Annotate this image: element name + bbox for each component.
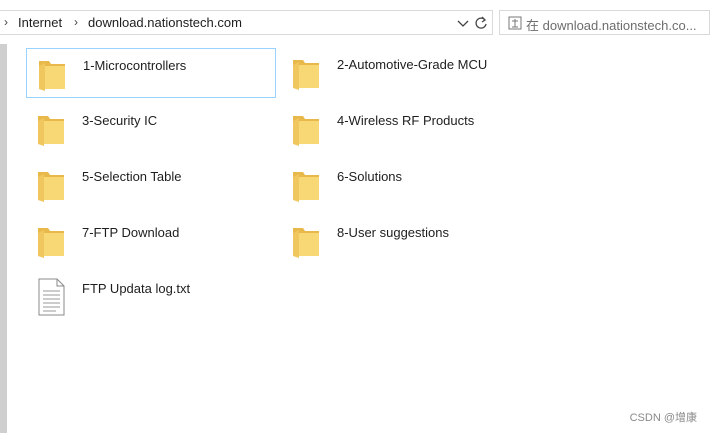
file-item-ftp-log[interactable]: FTP Updata log.txt [26, 272, 276, 322]
search-input[interactable]: 在 download.nationstech.co... [526, 15, 697, 34]
folder-item-ftp-download[interactable]: 7-FTP Download [26, 216, 276, 266]
chevron-down-icon[interactable] [456, 13, 470, 33]
item-label: 8-User suggestions [337, 225, 449, 240]
folder-item-automotive-mcu[interactable]: 2-Automotive-Grade MCU [281, 48, 531, 98]
folder-icon [38, 228, 64, 258]
item-label: 4-Wireless RF Products [337, 113, 475, 128]
folder-icon [39, 61, 65, 91]
item-label: 5-Selection Table [82, 169, 182, 184]
folder-item-selection-table[interactable]: 5-Selection Table [26, 160, 276, 210]
watermark: CSDN @增康 [629, 412, 697, 424]
search-box[interactable]: 在 download.nationstech.co... [499, 10, 710, 35]
folder-icon [38, 116, 64, 146]
chevron-right-icon[interactable]: › [4, 15, 8, 29]
folder-icon [38, 172, 64, 202]
folder-icon [293, 60, 319, 90]
chevron-right-icon[interactable]: › [74, 15, 78, 29]
refresh-icon[interactable] [472, 13, 490, 33]
folder-icon [293, 116, 319, 146]
folder-item-wireless-rf[interactable]: 4-Wireless RF Products [281, 104, 531, 154]
item-label: 1-Microcontrollers [83, 58, 187, 73]
breadcrumb-internet[interactable]: Internet [18, 15, 62, 30]
item-label: 6-Solutions [337, 169, 403, 184]
search-icon [508, 16, 522, 30]
text-file-icon [38, 278, 65, 316]
item-label: FTP Updata log.txt [82, 281, 191, 296]
breadcrumb-site[interactable]: download.nationstech.com [88, 15, 242, 30]
item-label: 7-FTP Download [82, 225, 180, 240]
folder-item-microcontrollers[interactable]: 1-Microcontrollers [26, 48, 276, 98]
navigation-pane[interactable] [0, 44, 7, 433]
folder-icon [293, 172, 319, 202]
address-bar[interactable]: › Internet › download.nationstech.com [0, 10, 493, 35]
folder-item-security-ic[interactable]: 3-Security IC [26, 104, 276, 154]
folder-item-solutions[interactable]: 6-Solutions [281, 160, 531, 210]
folder-icon [293, 228, 319, 258]
folder-item-user-suggestions[interactable]: 8-User suggestions [281, 216, 531, 266]
item-label: 3-Security IC [82, 113, 158, 128]
item-label: 2-Automotive-Grade MCU [337, 57, 488, 72]
